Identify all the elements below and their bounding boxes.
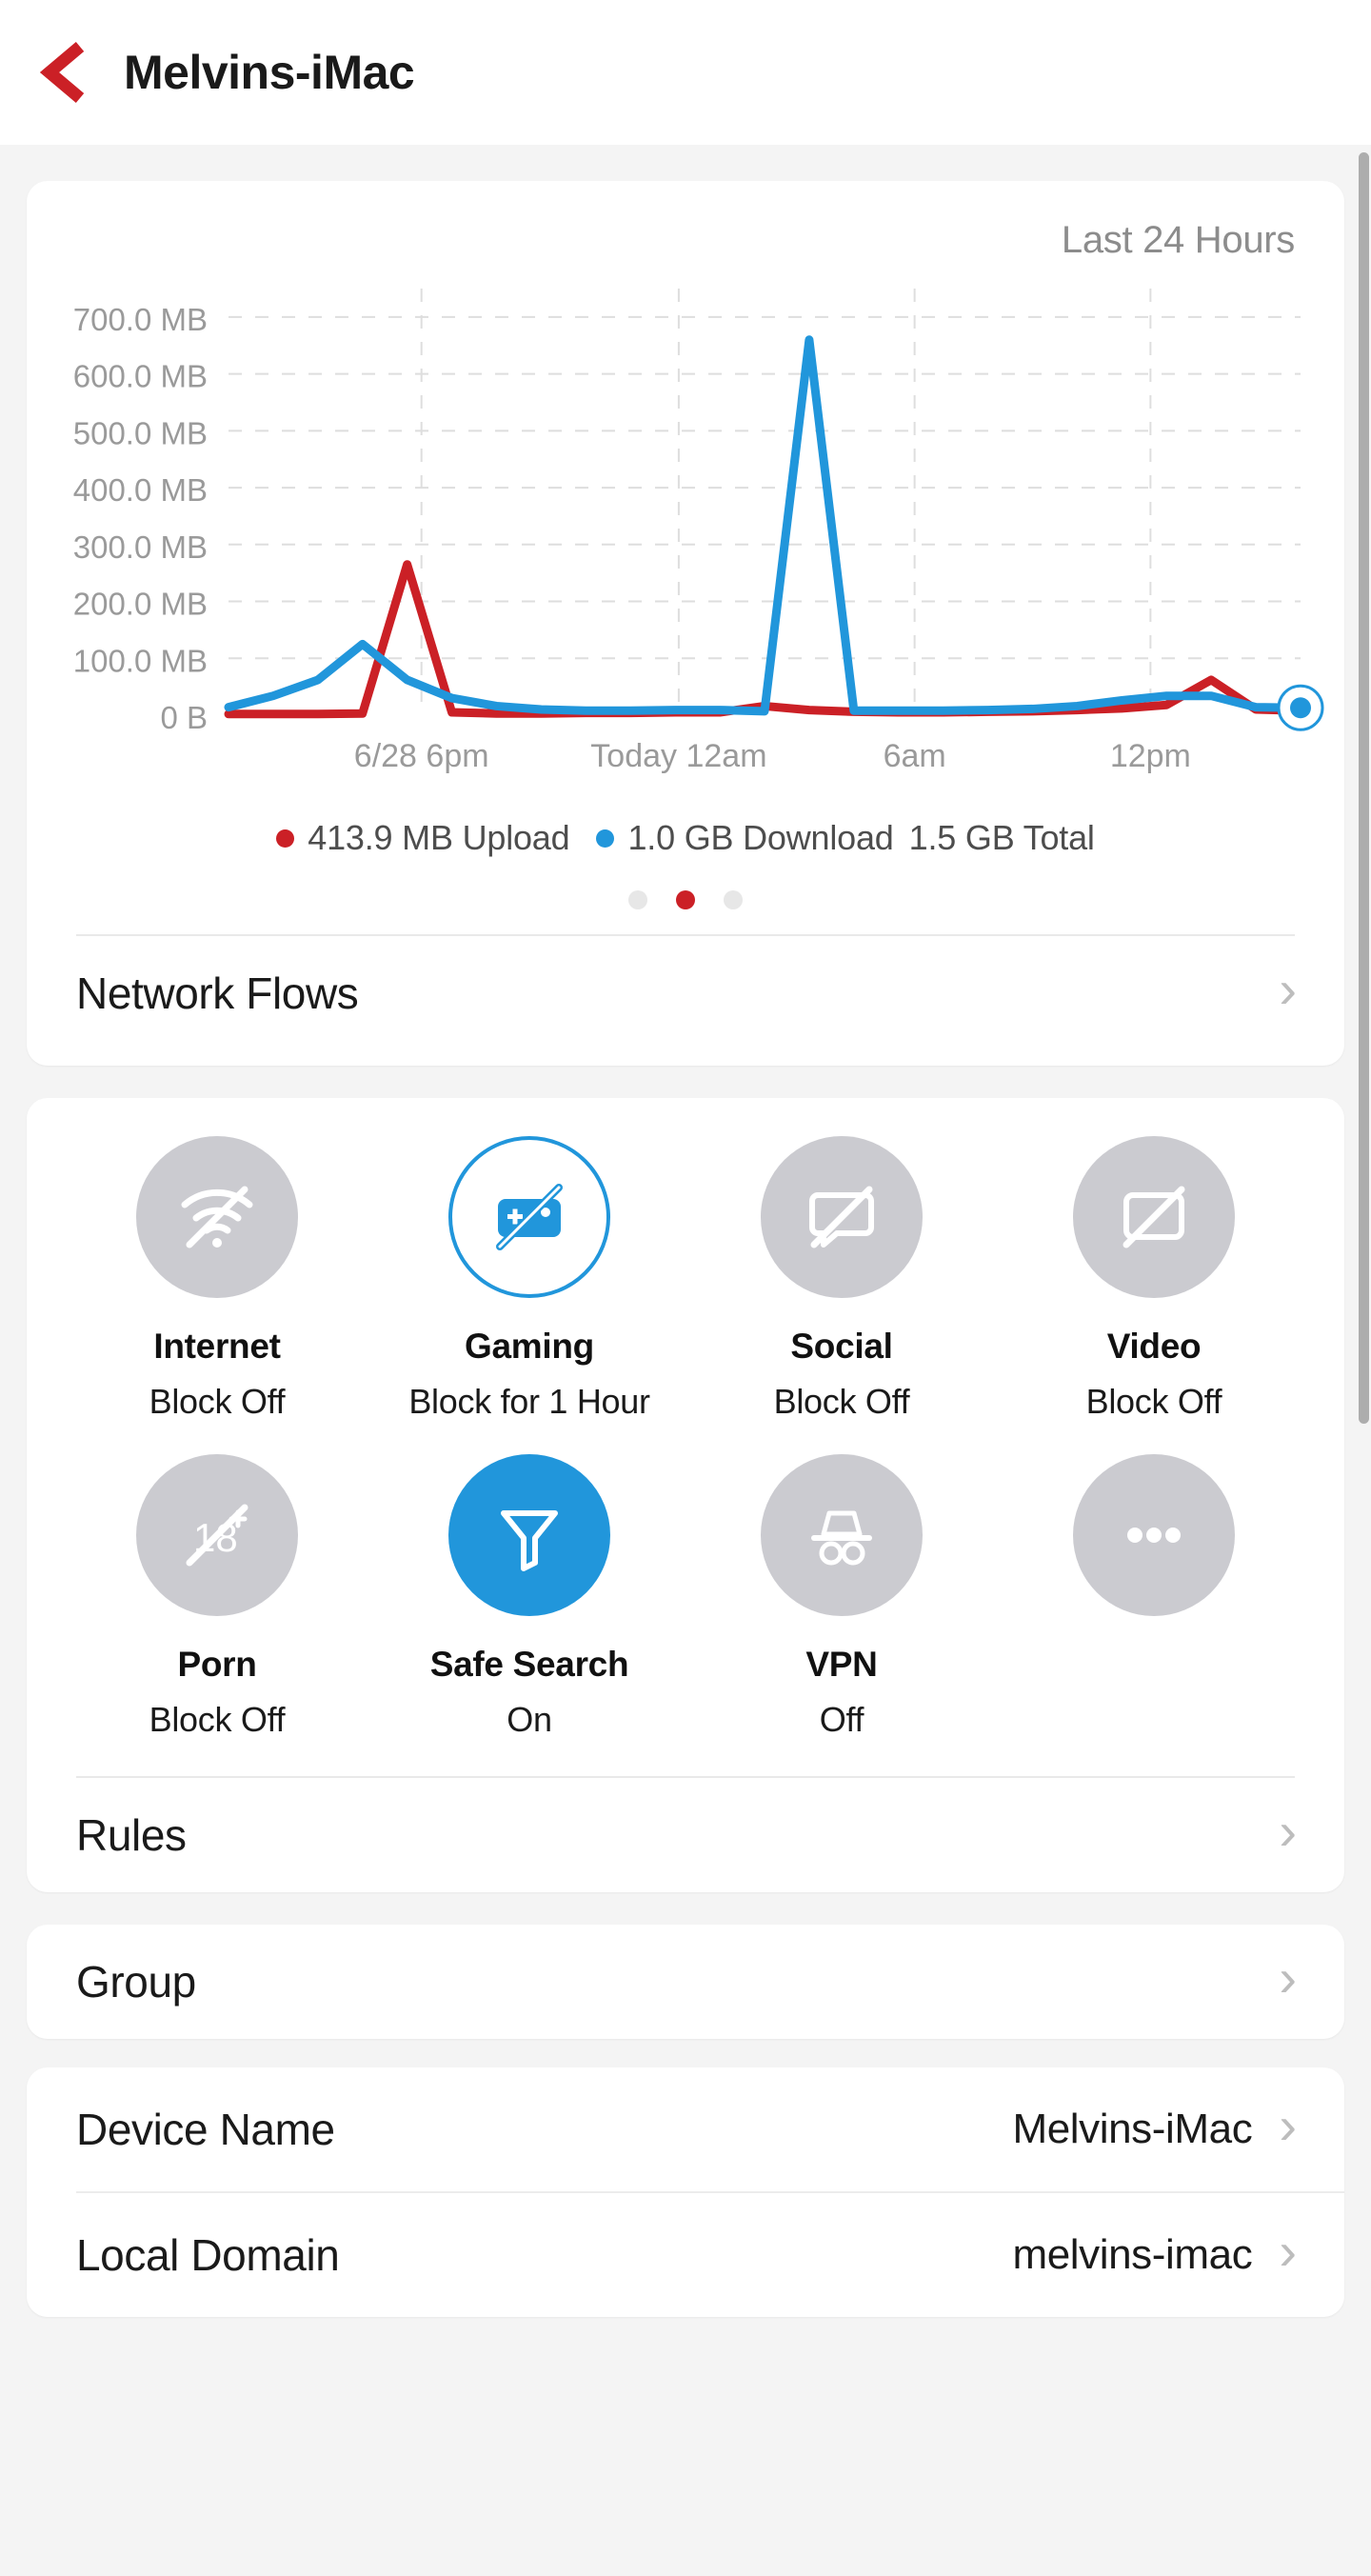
wifi-off-icon — [181, 1186, 253, 1248]
control-title-video: Video — [1106, 1327, 1202, 1366]
chat-off-icon — [809, 1186, 874, 1248]
chart-range-label: Last 24 Hours — [1061, 219, 1295, 261]
svg-text:400.0 MB: 400.0 MB — [73, 472, 208, 508]
control-bubble-safe-search[interactable] — [448, 1454, 610, 1616]
usage-chart-card: Last 24 Hours 700.0 MB 600.0 MB 500.0 MB 40… — [27, 181, 1344, 1066]
more-ellipsis-icon — [1127, 1528, 1181, 1543]
control-title-porn: Porn — [177, 1645, 257, 1684]
usage-chart-svg: 700.0 MB 600.0 MB 500.0 MB 400.0 MB 300.0 MB… — [73, 289, 1324, 774]
chevron-right-icon: › — [1279, 2221, 1297, 2281]
control-title-safe-search: Safe Search — [429, 1645, 629, 1684]
network-flows-row[interactable]: Network Flows › — [27, 936, 1344, 1050]
svg-text:500.0 MB: 500.0 MB — [73, 415, 208, 450]
svg-text:Today 12am: Today 12am — [590, 738, 766, 774]
back-button[interactable] — [40, 42, 91, 103]
legend-label-download: 1.0 GB Download — [627, 818, 894, 857]
device-info-card: Device Name Melvins-iMac › Local Domain … — [27, 2067, 1344, 2317]
control-status-gaming: Block for 1 Hour — [408, 1382, 650, 1421]
control-internet[interactable]: Internet Block Off — [61, 1136, 373, 1447]
device-name-label: Device Name — [76, 2105, 335, 2154]
control-porn[interactable]: 18 Porn Block Off — [61, 1454, 373, 1765]
legend-dot-upload — [276, 829, 295, 848]
network-flows-label: Network Flows — [76, 968, 359, 1018]
local-domain-row[interactable]: Local Domain melvins-imac › — [27, 2193, 1344, 2317]
control-bubble-gaming[interactable] — [448, 1136, 610, 1298]
legend-label-total: 1.5 GB Total — [908, 818, 1095, 857]
control-status-vpn: Off — [819, 1700, 864, 1739]
controls-grid: Internet Block Off Gaming Block for 1 Hour… — [27, 1136, 1344, 1765]
scroll-content: Last 24 Hours 700.0 MB 600.0 MB 500.0 MB 40… — [0, 145, 1371, 2576]
control-title-internet: Internet — [153, 1327, 281, 1366]
svg-text:700.0 MB: 700.0 MB — [73, 302, 208, 337]
svg-text:600.0 MB: 600.0 MB — [73, 359, 208, 394]
svg-text:300.0 MB: 300.0 MB — [73, 529, 208, 565]
svg-text:200.0 MB: 200.0 MB — [73, 587, 208, 622]
funnel-icon — [501, 1510, 558, 1571]
rules-label: Rules — [76, 1810, 187, 1860]
group-label: Group — [76, 1957, 196, 2007]
page-title: Melvins-iMac — [124, 46, 415, 99]
legend-label-upload: 413.9 MB Upload — [308, 818, 570, 857]
control-safe-search[interactable]: Safe Search On — [373, 1454, 686, 1765]
device-name-value: Melvins-iMac — [1012, 2106, 1253, 2152]
chart-legend: 413.9 MB Upload 1.0 GB Download 1.5 GB T… — [27, 818, 1344, 858]
usage-chart[interactable]: 700.0 MB 600.0 MB 500.0 MB 400.0 MB 300.0 MB… — [27, 275, 1344, 809]
controls-card: Internet Block Off Gaming Block for 1 Hour… — [27, 1098, 1344, 1892]
control-gaming[interactable]: Gaming Block for 1 Hour — [373, 1136, 686, 1447]
control-more[interactable] — [998, 1454, 1310, 1765]
chevron-right-icon: › — [1279, 959, 1297, 1019]
rules-row[interactable]: Rules › — [27, 1778, 1344, 1892]
pager-dot-3[interactable] — [724, 890, 743, 909]
svg-text:12pm: 12pm — [1110, 738, 1191, 774]
legend-dot-download — [596, 829, 615, 848]
incognito-hat-icon — [811, 1510, 872, 1566]
gamepad-off-icon — [496, 1184, 563, 1250]
scrollbar-thumb[interactable] — [1359, 152, 1369, 1424]
legend-item-download: 1.0 GB Download — [596, 818, 894, 858]
control-title-gaming: Gaming — [465, 1327, 594, 1366]
adult-18-off-icon: 18 — [186, 1504, 248, 1567]
control-status-safe-search: On — [507, 1700, 552, 1739]
svg-text:0 B: 0 B — [160, 700, 208, 735]
scrollbar-track[interactable] — [1358, 145, 1371, 2576]
video-off-icon — [1123, 1186, 1185, 1248]
svg-text:6/28 6pm: 6/28 6pm — [354, 738, 489, 774]
chevron-right-icon: › — [1279, 1947, 1297, 2007]
control-title-social: Social — [790, 1327, 893, 1366]
group-row[interactable]: Group › — [27, 1925, 1344, 2039]
svg-text:6am: 6am — [884, 738, 946, 774]
control-status-video: Block Off — [1085, 1382, 1222, 1421]
navigation-bar: Melvins-iMac — [0, 0, 1371, 145]
control-bubble-social[interactable] — [761, 1136, 923, 1298]
device-name-row[interactable]: Device Name Melvins-iMac › — [27, 2067, 1344, 2191]
control-bubble-video[interactable] — [1073, 1136, 1235, 1298]
group-card: Group › — [27, 1925, 1344, 2039]
control-status-porn: Block Off — [149, 1700, 286, 1739]
control-status-social: Block Off — [773, 1382, 910, 1421]
control-status-internet: Block Off — [149, 1382, 286, 1421]
control-bubble-porn[interactable]: 18 — [136, 1454, 298, 1616]
control-title-vpn: VPN — [805, 1645, 878, 1684]
control-vpn[interactable]: VPN Off — [686, 1454, 998, 1765]
local-domain-value: melvins-imac — [1012, 2231, 1253, 2278]
control-bubble-more[interactable] — [1073, 1454, 1235, 1616]
legend-item-upload: 413.9 MB Upload — [276, 818, 570, 858]
svg-text:100.0 MB: 100.0 MB — [73, 643, 208, 678]
control-bubble-internet[interactable] — [136, 1136, 298, 1298]
control-video[interactable]: Video Block Off — [998, 1136, 1310, 1447]
control-social[interactable]: Social Block Off — [686, 1136, 998, 1447]
chevron-right-icon: › — [1279, 2095, 1297, 2155]
control-bubble-vpn[interactable] — [761, 1454, 923, 1616]
chevron-right-icon: › — [1279, 1801, 1297, 1861]
local-domain-label: Local Domain — [76, 2230, 340, 2280]
pager-dot-1[interactable] — [628, 890, 647, 909]
chart-pager[interactable] — [27, 890, 1344, 909]
chevron-left-icon — [40, 42, 85, 103]
pager-dot-2[interactable] — [676, 890, 695, 909]
